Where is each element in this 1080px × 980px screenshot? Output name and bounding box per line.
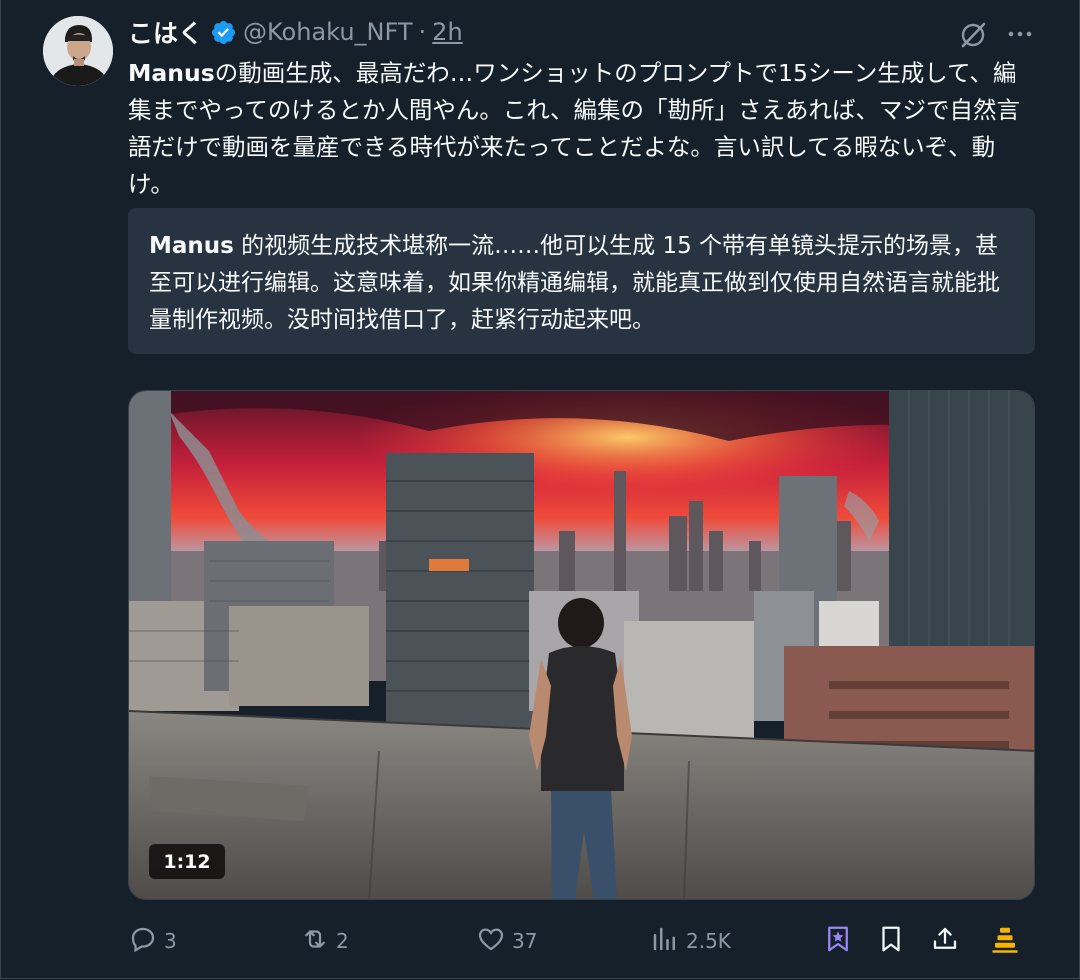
more-icon[interactable]	[1006, 20, 1034, 48]
tweet-text: Manusの動画生成、最高だわ…ワンショットのプロンプトで15シーン生成して、編…	[128, 55, 1028, 203]
reply-icon	[128, 924, 158, 958]
tweet-brand: Manus	[128, 59, 215, 87]
avatar[interactable]	[43, 16, 113, 86]
premium-icon	[990, 924, 1020, 958]
like-icon	[476, 924, 506, 958]
share-button[interactable]	[930, 918, 960, 964]
views-count: 2.5K	[686, 929, 731, 953]
translation-brand: Manus	[149, 233, 234, 259]
translation-box: Manus 的视频生成技术堪称一流……他可以生成 15 个带有单镜头提示的场景，…	[128, 208, 1035, 354]
reply-count: 3	[164, 929, 177, 953]
separator: ·	[418, 18, 427, 46]
retweet-icon	[300, 924, 330, 958]
translation-body: 的视频生成技术堪称一流……他可以生成 15 个带有单镜头提示的场景，甚至可以进行…	[149, 233, 1000, 333]
verified-badge-icon[interactable]	[210, 19, 237, 46]
handle[interactable]: @Kohaku_NFT	[243, 18, 413, 46]
video-player[interactable]	[128, 390, 1035, 900]
timestamp[interactable]: 2h	[432, 18, 462, 46]
grok-bookmark-button[interactable]	[823, 918, 853, 964]
bookmark-icon	[876, 924, 906, 958]
tweet-header: こはく @Kohaku_NFT · 2h	[128, 14, 463, 50]
share-icon	[930, 924, 960, 958]
views-button[interactable]: 2.5K	[650, 918, 731, 964]
reply-button[interactable]: 3	[128, 918, 177, 964]
like-count: 37	[512, 929, 538, 953]
grok-icon[interactable]	[958, 20, 988, 50]
like-button[interactable]: 37	[476, 918, 537, 964]
video-thumbnail	[129, 391, 1034, 899]
tweet-body: の動画生成、最高だわ…ワンショットのプロンプトで15シーン生成して、編集までやっ…	[128, 59, 1021, 198]
views-icon	[650, 924, 680, 958]
action-bar: 3 2 37 2.5K	[0, 918, 1080, 964]
bookmark-button[interactable]	[876, 918, 906, 964]
grok-bookmark-icon	[823, 924, 853, 958]
retweet-button[interactable]: 2	[300, 918, 349, 964]
display-name[interactable]: こはく	[128, 14, 203, 50]
premium-button[interactable]	[990, 918, 1020, 964]
retweet-count: 2	[336, 929, 349, 953]
video-duration-badge: 1:12	[149, 844, 225, 879]
